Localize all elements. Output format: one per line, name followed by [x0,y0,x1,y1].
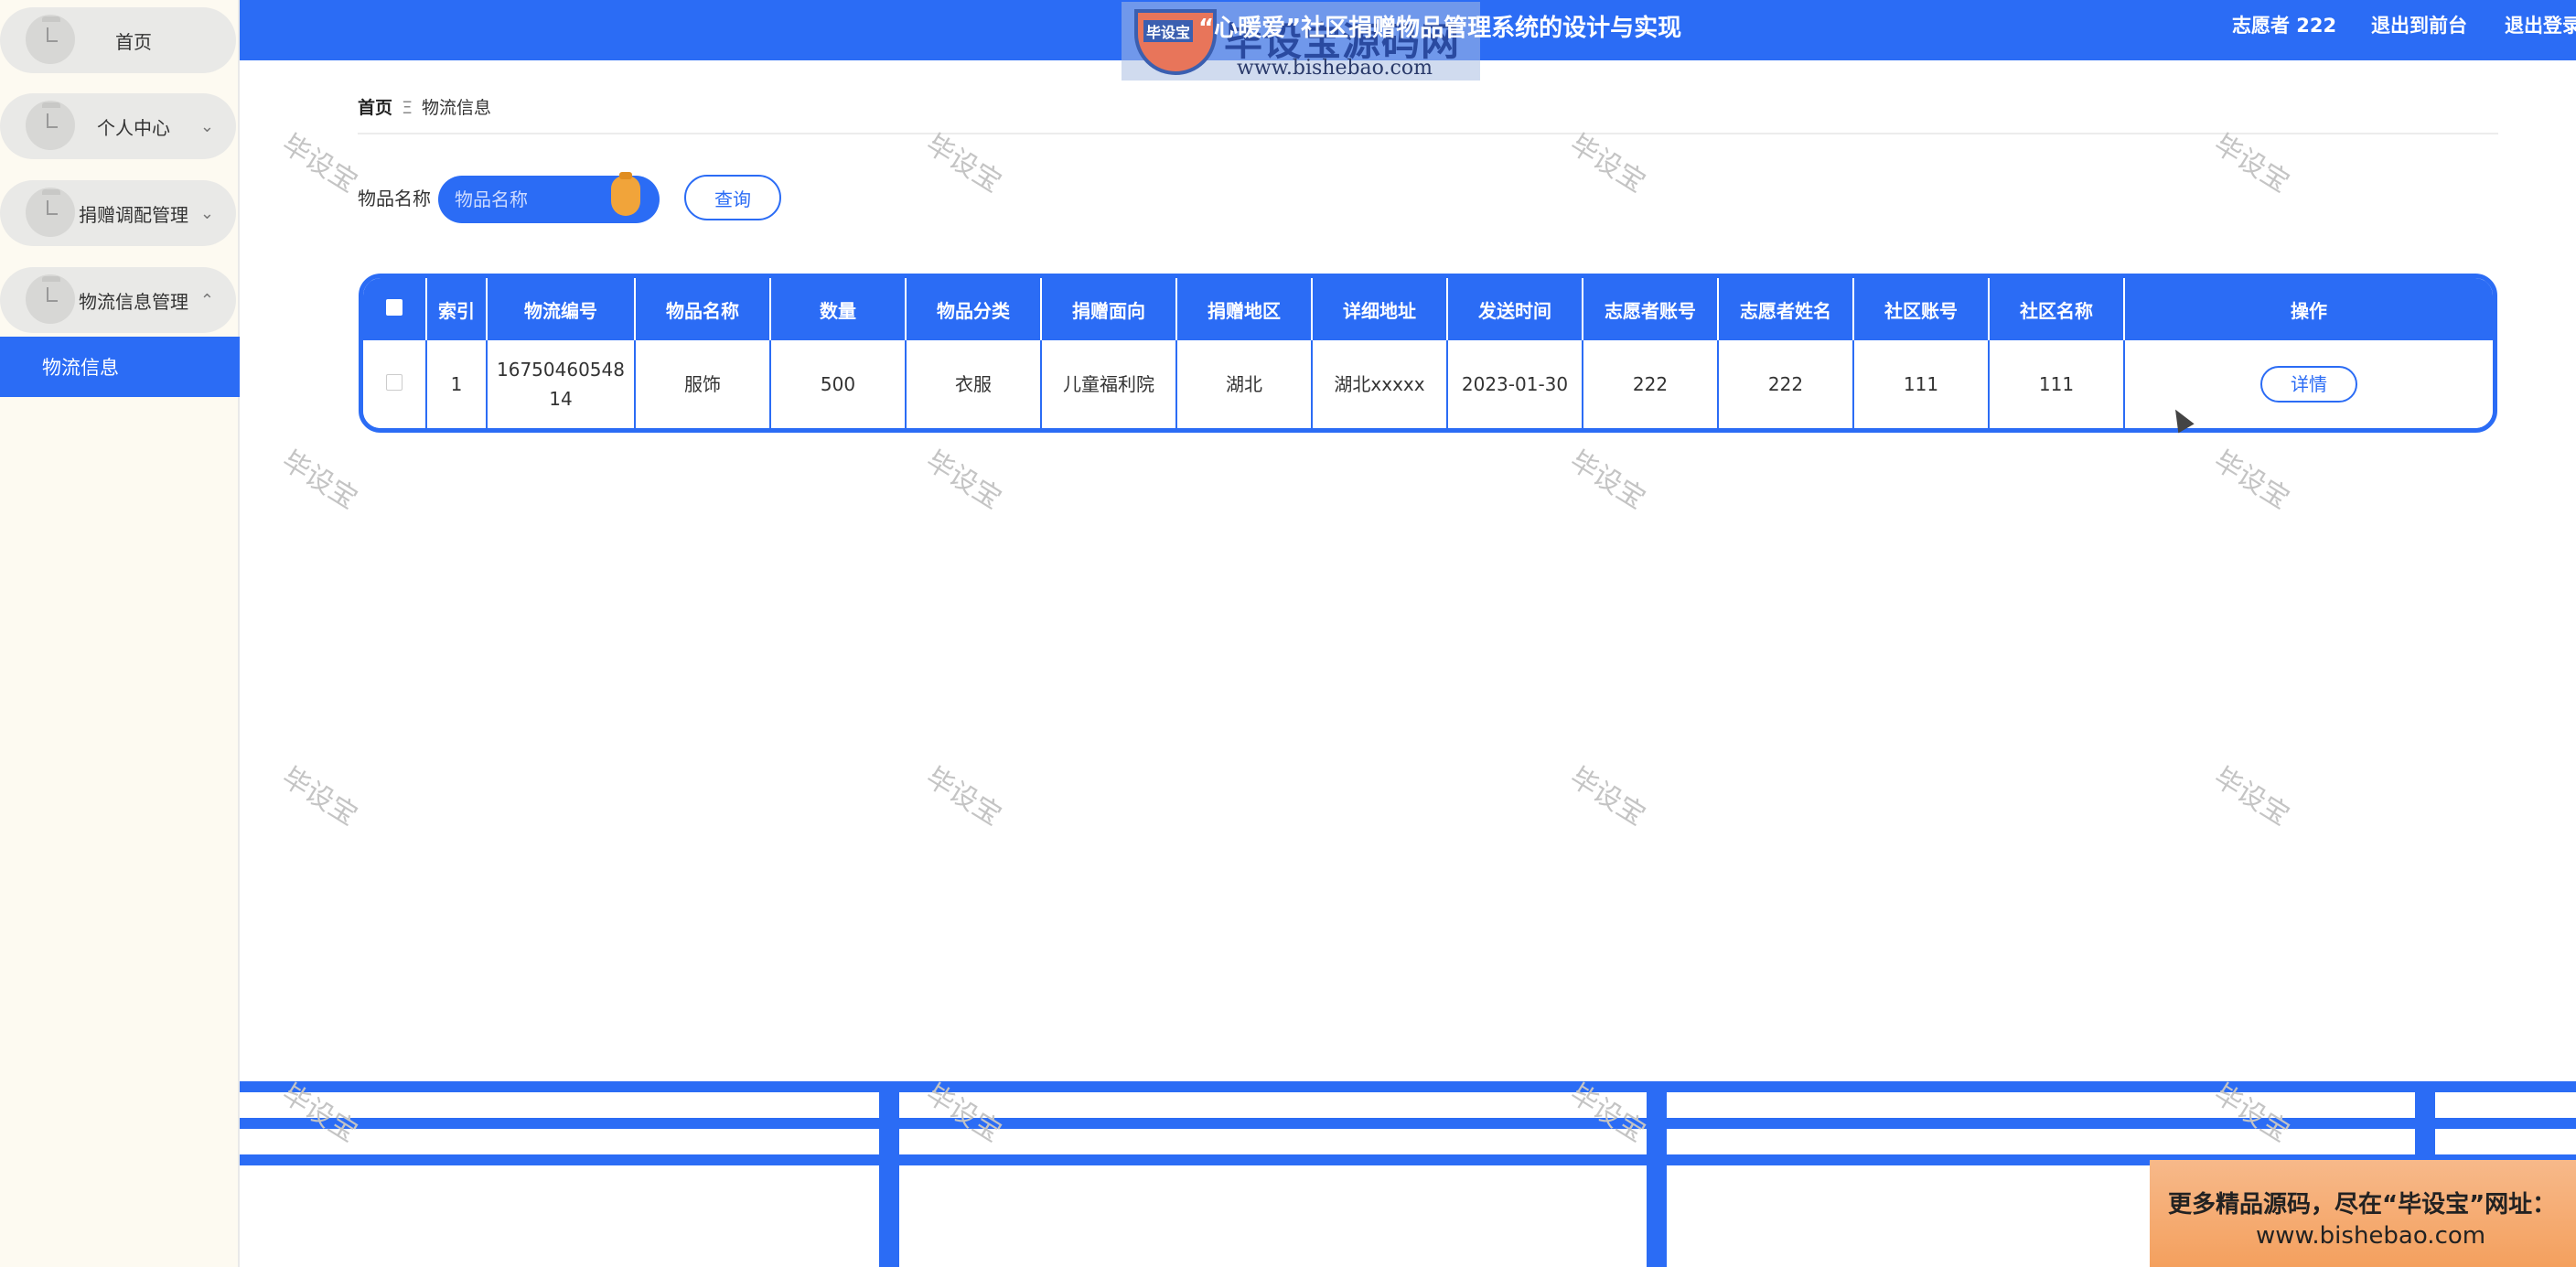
breadcrumb: 首页 Ξ 物流信息 [358,94,491,119]
column-header: 志愿者姓名 [1718,278,1854,340]
cell-category: 衣服 [906,340,1042,428]
column-header: 物流编号 [487,278,636,340]
cell-region: 湖北 [1176,340,1313,428]
sidebar-item-personal-center[interactable]: 个人中心 ⌄ [0,93,236,159]
column-header: 操作 [2124,278,2493,340]
sidebar-item-logistics-management[interactable]: 物流信息管理 ⌃ [0,267,236,333]
cell-target: 儿童福利院 [1041,340,1177,428]
column-header: 捐赠地区 [1176,278,1313,340]
sidebar-item-donation-allocation[interactable]: 捐赠调配管理 ⌄ [0,180,236,246]
cell-logistics-no: 1675046054814 [487,340,636,428]
column-header: 志愿者账号 [1583,278,1719,340]
watermark-text: 毕设宝 [919,761,1007,832]
chevron-down-icon: ⌄ [199,203,214,223]
breadcrumb-separator: Ξ [402,98,413,118]
chevron-up-icon: ⌃ [199,290,214,310]
system-title: “心暖爱”社区捐赠物品管理系统的设计与实现 [1198,15,1682,42]
cell-send-time: 2023-01-30 [1447,340,1583,428]
sidebar-item-label: 首页 [115,30,152,53]
column-header: 详细地址 [1312,278,1448,340]
watermark-text: 毕设宝 [1563,761,1651,832]
cell-item-name: 服饰 [635,340,771,428]
column-header: 物品名称 [635,278,771,340]
detail-button[interactable]: 详情 [2260,366,2357,403]
decoration-bar [879,1081,899,1267]
sidebar-item-label: 捐赠调配管理 [79,203,188,226]
logout-link[interactable]: 退出登录 [2505,11,2576,38]
column-header: 数量 [770,278,907,340]
back-to-front-link[interactable]: 退出到前台 [2371,11,2467,38]
table-header-row: 索引 物流编号 物品名称 数量 物品分类 捐赠面向 捐赠地区 详细地址 发送时间… [363,278,2493,340]
decoration-bar [1647,1081,1667,1267]
cell-community-name: 111 [1989,340,2125,428]
cell-volunteer-name: 222 [1718,340,1854,428]
breadcrumb-current: 物流信息 [422,98,492,118]
decoration-knob-icon [611,172,640,216]
promo-url: www.bishebao.com [2256,1222,2486,1250]
sidebar-item-label: 个人中心 [97,116,170,139]
breadcrumb-home[interactable]: 首页 [358,98,392,118]
promo-text: 更多精品源码，尽在“毕设宝”网址： [2168,1191,2557,1219]
column-header: 社区名称 [1989,278,2125,340]
cell-index: 1 [426,340,488,428]
decoration-line [240,1118,2576,1129]
watermark-text: 毕设宝 [1563,445,1651,516]
watermark-text: 毕设宝 [275,445,363,516]
watermark-text: 毕设宝 [2207,761,2295,832]
query-button[interactable]: 查询 [684,175,781,220]
row-checkbox[interactable] [363,340,427,428]
cell-quantity: 500 [770,340,907,428]
select-all-checkbox[interactable] [363,278,427,340]
divider [358,133,2498,134]
cell-volunteer-account: 222 [1583,340,1719,428]
watermark-text: 毕设宝 [919,445,1007,516]
cell-address: 湖北xxxxx [1312,340,1448,428]
logo-url: www.bishebao.com [1237,57,1433,80]
watermark-text: 毕设宝 [2207,445,2295,516]
column-header: 捐赠面向 [1041,278,1177,340]
search-label: 物品名称 [358,188,431,209]
watermark-text: 毕设宝 [275,761,363,832]
chevron-down-icon: ⌄ [199,116,214,136]
decoration-line [240,1081,2576,1092]
watermark-text: 毕设宝 [275,128,363,199]
sidebar-subitem-logistics-info[interactable]: 物流信息 [0,337,240,397]
promo-banner: 更多精品源码，尽在“毕设宝”网址： www.bishebao.com [2150,1160,2576,1267]
current-user: 志愿者 222 [2232,15,2337,37]
sidebar: 首页 个人中心 ⌄ 捐赠调配管理 ⌄ 物流信息管理 ⌃ 物流信息 [0,0,240,1267]
cell-community-account: 111 [1853,340,1990,428]
sidebar-item-label: 物流信息管理 [79,290,188,313]
column-header: 物品分类 [906,278,1042,340]
column-header: 社区账号 [1853,278,1990,340]
column-header: 索引 [426,278,488,340]
sidebar-item-home[interactable]: 首页 [0,7,236,73]
column-header: 发送时间 [1447,278,1583,340]
